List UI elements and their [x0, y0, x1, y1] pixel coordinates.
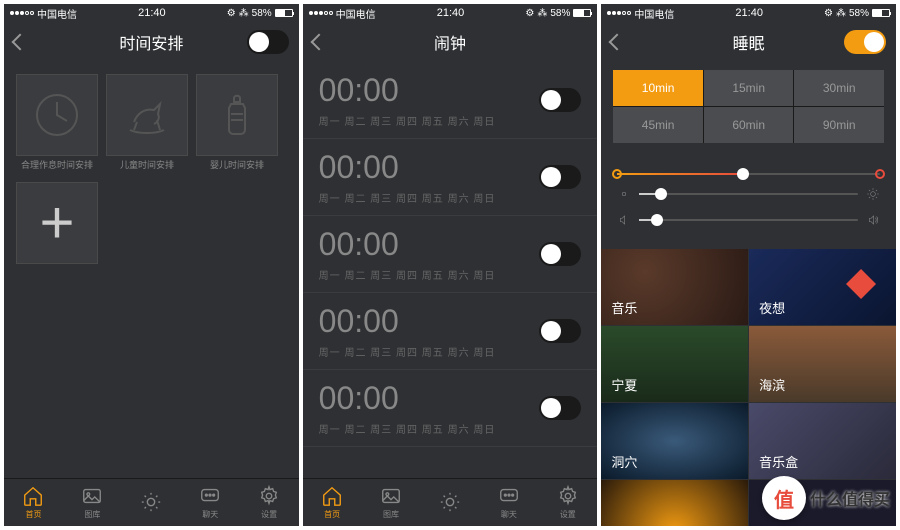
watermark: 值 什么值得买 [762, 476, 890, 520]
sound-musicbox[interactable]: 音乐盒 [749, 403, 896, 479]
tab-settings[interactable]: 设置 [557, 485, 579, 520]
nav-bar: 闹钟 [303, 22, 598, 62]
screen-alarm: 中国电信 21:40 ⚙⁂58% 闹钟 00:00周一 周二 周三 周四 周五 … [303, 4, 598, 526]
sound-night[interactable]: 夜想 [749, 249, 896, 325]
tab-gallery[interactable]: 图库 [380, 485, 402, 520]
sun-icon [140, 491, 162, 513]
duration-grid: 10min 15min 30min 45min 60min 90min [613, 70, 884, 143]
nav-bar: 睡眠 [601, 22, 896, 62]
alarm-toggle[interactable] [539, 396, 581, 420]
alarm-row[interactable]: 00:00周一 周二 周三 周四 周五 周六 周日 [303, 370, 598, 447]
alarm-row[interactable]: 00:00周一 周二 周三 周四 周五 周六 周日 [303, 216, 598, 293]
clock-icon [32, 90, 82, 140]
status-bar: 中国电信 21:40 ⚙⁂58% [4, 4, 299, 22]
duration-30min[interactable]: 30min [794, 70, 884, 106]
sound-ningxia[interactable]: 宁夏 [601, 326, 748, 402]
duration-60min[interactable]: 60min [704, 107, 794, 143]
duration-10min[interactable]: 10min [613, 70, 703, 106]
volume-slider[interactable] [617, 213, 880, 227]
duration-45min[interactable]: 45min [613, 107, 703, 143]
chat-icon [199, 485, 221, 507]
tab-settings[interactable]: 设置 [258, 485, 280, 520]
back-icon[interactable] [609, 34, 626, 51]
sound-cave[interactable]: 洞穴 [601, 403, 748, 479]
tab-sun[interactable] [140, 491, 162, 515]
tab-chat[interactable]: 聊天 [498, 485, 520, 520]
sound-beach[interactable]: 海滨 [749, 326, 896, 402]
tab-bar: 首页 图库 聊天 设置 [4, 478, 299, 526]
alarm-toggle[interactable] [539, 319, 581, 343]
duration-90min[interactable]: 90min [794, 107, 884, 143]
brightness-slider[interactable] [617, 187, 880, 201]
tab-chat[interactable]: 聊天 [199, 485, 221, 520]
alarm-toggle[interactable] [539, 165, 581, 189]
gallery-icon [81, 485, 103, 507]
plus-icon: + [39, 193, 74, 253]
tab-sun[interactable] [439, 491, 461, 515]
sound-music[interactable]: 音乐 [601, 249, 748, 325]
tile-add[interactable]: + [16, 182, 98, 264]
gear-icon [258, 485, 280, 507]
brightness-low-icon [617, 187, 631, 201]
rocking-horse-icon [122, 90, 172, 140]
sound-fire[interactable] [601, 480, 748, 526]
alarm-list: 00:00周一 周二 周三 周四 周五 周六 周日 00:00周一 周二 周三 … [303, 62, 598, 478]
color-slider[interactable] [617, 173, 880, 175]
home-icon [22, 485, 44, 507]
page-title: 时间安排 [119, 30, 183, 54]
volume-high-icon [866, 213, 880, 227]
alarm-toggle[interactable] [539, 242, 581, 266]
screen-schedule: 中国电信 21:40 ⚙⁂58% 时间安排 合理作息时间安排 儿童时间安排 婴儿… [4, 4, 299, 526]
alarm-row[interactable]: 00:00周一 周二 周三 周四 周五 周六 周日 [303, 139, 598, 216]
bottle-icon [212, 90, 262, 140]
alarm-row[interactable]: 00:00周一 周二 周三 周四 周五 周六 周日 [303, 293, 598, 370]
tile-rest-schedule[interactable]: 合理作息时间安排 [16, 74, 98, 156]
tab-gallery[interactable]: 图库 [81, 485, 103, 520]
back-icon[interactable] [310, 34, 327, 51]
status-bar: 中国电信 21:40 ⚙⁂58% [303, 4, 598, 22]
tab-home[interactable]: 首页 [321, 485, 343, 520]
page-title: 睡眠 [733, 30, 765, 54]
sleep-toggle[interactable] [844, 30, 886, 54]
brightness-high-icon [866, 187, 880, 201]
status-bar: 中国电信 21:40 ⚙⁂58% [601, 4, 896, 22]
tab-bar: 首页 图库 聊天 设置 [303, 478, 598, 526]
alarm-toggle[interactable] [539, 88, 581, 112]
tile-child-schedule[interactable]: 儿童时间安排 [106, 74, 188, 156]
duration-15min[interactable]: 15min [704, 70, 794, 106]
tile-baby-schedule[interactable]: 婴儿时间安排 [196, 74, 278, 156]
screen-sleep: 中国电信 21:40 ⚙⁂58% 睡眠 10min 15min 30min 45… [601, 4, 896, 526]
schedule-toggle[interactable] [247, 30, 289, 54]
nav-bar: 时间安排 [4, 22, 299, 62]
back-icon[interactable] [12, 34, 29, 51]
page-title: 闹钟 [434, 30, 466, 54]
volume-low-icon [617, 213, 631, 227]
tab-home[interactable]: 首页 [22, 485, 44, 520]
alarm-row[interactable]: 00:00周一 周二 周三 周四 周五 周六 周日 [303, 62, 598, 139]
